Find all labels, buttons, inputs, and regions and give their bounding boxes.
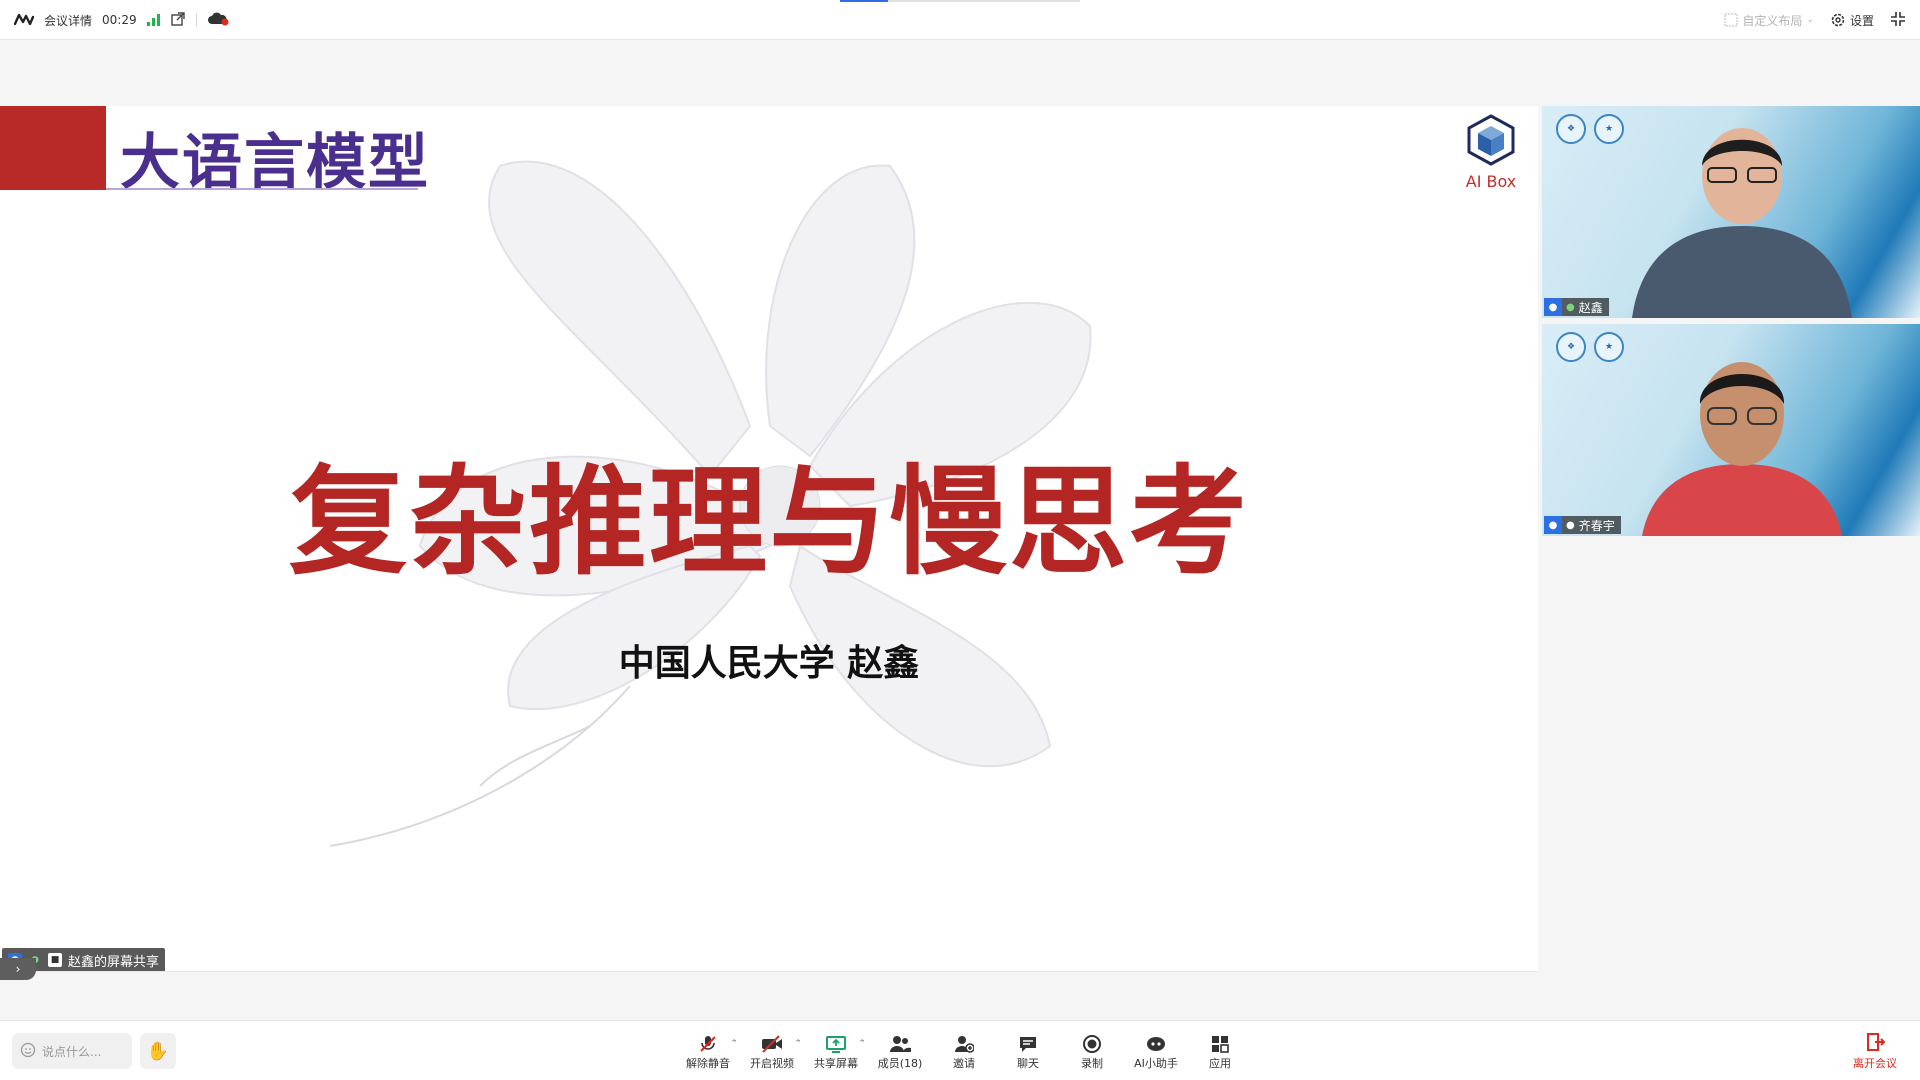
collapse-toggle-button[interactable]: › [0, 958, 36, 980]
layout-icon [1724, 13, 1738, 27]
external-link-icon[interactable] [170, 11, 186, 30]
meeting-timer: 00:29 [102, 13, 137, 27]
chevron-up-icon[interactable]: ⌃ [858, 1039, 866, 1049]
participant-name: 齐春宇 [1578, 518, 1615, 533]
apps-icon [1211, 1033, 1229, 1055]
custom-layout-button[interactable]: 自定义布局 ⌄ [1724, 12, 1814, 29]
aibox-logo-text: AI Box [1465, 172, 1517, 191]
members-label: 成员(18) [877, 1057, 923, 1070]
record-icon [1082, 1033, 1102, 1055]
slide-subtitle: 中国人民大学 赵鑫 [618, 643, 920, 684]
apps-label: 应用 [1209, 1057, 1231, 1070]
exit-door-icon [1865, 1032, 1886, 1055]
participant-avatar-figure [1632, 128, 1852, 318]
chat-placeholder: 说点什么... [42, 1044, 102, 1059]
shared-screen-area[interactable]: 大语言模型 AI Box 复杂推理与慢思考 中国人民大学 赵鑫 ● ● ■ 赵鑫… [0, 106, 1538, 972]
ai-assistant-label: AI小助手 [1134, 1057, 1178, 1070]
leave-meeting-button[interactable]: 离开会议 [1850, 1031, 1900, 1071]
slide-header-accent-bar [0, 106, 106, 190]
chat-quick-input[interactable]: 说点什么... [12, 1033, 132, 1069]
share-screen-button[interactable]: 共享屏幕 ⌃ [804, 1027, 868, 1077]
window-strip-fill [840, 0, 888, 2]
leave-meeting-label: 离开会议 [1853, 1056, 1897, 1070]
participant-name: 赵鑫 [1578, 300, 1603, 315]
mic-icon: ● [1566, 301, 1575, 313]
start-video-label: 开启视频 [750, 1057, 794, 1070]
invite-label: 邀请 [953, 1057, 975, 1070]
top-bar-left: 会议详情 00:29 [13, 0, 229, 40]
chat-label: 聊天 [1017, 1057, 1039, 1070]
video-off-icon [761, 1033, 783, 1055]
aibox-logo: AI Box [1456, 114, 1526, 191]
slide-main-title: 复杂推理与慢思考 [288, 453, 1249, 591]
apps-button[interactable]: 应用 [1188, 1027, 1252, 1077]
settings-label: 设置 [1849, 13, 1874, 28]
settings-button[interactable]: 设置 [1830, 12, 1874, 29]
unmute-button[interactable]: 解除静音 ⌃ [676, 1027, 740, 1077]
top-bar: 会议详情 00:29 自定义布局 ⌄ 设置 [0, 0, 1920, 40]
mic-muted-icon [698, 1033, 718, 1055]
participant-avatar-figure [1642, 362, 1842, 536]
aibox-cube-icon [1467, 114, 1515, 166]
participant-name-tag: ● ● 赵鑫 [1544, 298, 1609, 316]
top-bar-right: 自定义布局 ⌄ 设置 [1724, 0, 1906, 40]
share-screen-label: 共享屏幕 [814, 1057, 858, 1070]
meeting-logo-icon [13, 13, 35, 28]
custom-layout-label: 自定义布局 [1742, 13, 1803, 28]
meeting-controls: 解除静音 ⌃ 开启视频 ⌃ 共享屏幕 ⌃ 成员(18) 邀请 聊天 录制 AI小… [676, 1027, 1252, 1077]
invite-button[interactable]: 邀请 [932, 1027, 996, 1077]
cloud-record-icon[interactable] [207, 12, 229, 29]
invite-icon [954, 1033, 974, 1055]
members-button[interactable]: 成员(18) [868, 1027, 932, 1077]
user-icon: ● [1544, 298, 1562, 316]
screen-icon: ■ [48, 953, 62, 967]
chevron-down-icon: ⌄ [1806, 15, 1814, 25]
user-icon: ● [1544, 516, 1562, 534]
exit-fullscreen-icon[interactable] [1890, 11, 1906, 30]
chat-button[interactable]: 聊天 [996, 1027, 1060, 1077]
record-label: 录制 [1081, 1057, 1103, 1070]
top-bar-divider [195, 13, 197, 27]
hand-icon: ✋ [146, 1040, 170, 1062]
participant-name-tag: ● ● 齐春宇 [1544, 516, 1621, 534]
record-button[interactable]: 录制 [1060, 1027, 1124, 1077]
emoji-icon [20, 1042, 36, 1061]
chevron-right-icon: › [15, 962, 21, 976]
participant-video-tile[interactable]: ❖ ★ ● ● 齐春宇 [1542, 324, 1920, 536]
start-video-button[interactable]: 开启视频 ⌃ [740, 1027, 804, 1077]
unmute-label: 解除静音 [686, 1057, 730, 1070]
window-strip-indicator [840, 0, 1080, 2]
bottom-toolbar: 说点什么... ✋ 解除静音 ⌃ 开启视频 ⌃ 共享屏幕 ⌃ 成员(18) 邀请 [0, 1020, 1920, 1080]
ai-assistant-button[interactable]: AI小助手 [1124, 1027, 1188, 1077]
network-signal-icon[interactable] [146, 14, 160, 26]
mic-icon: ● [1566, 519, 1575, 531]
gear-icon [1831, 13, 1845, 27]
slide-header-underline [106, 188, 418, 190]
chevron-up-icon[interactable]: ⌃ [730, 1039, 738, 1049]
participant-video-tile[interactable]: ❖ ★ ● ● 赵鑫 [1542, 106, 1920, 318]
share-screen-icon [826, 1033, 846, 1055]
screen-share-label: 赵鑫的屏幕共享 [68, 954, 160, 970]
chat-icon [1018, 1033, 1038, 1055]
members-icon [889, 1033, 911, 1055]
chevron-up-icon[interactable]: ⌃ [794, 1039, 802, 1049]
ai-assistant-icon [1145, 1033, 1167, 1055]
meeting-details-link[interactable]: 会议详情 [44, 12, 92, 29]
raise-hand-button[interactable]: ✋ [140, 1033, 176, 1069]
